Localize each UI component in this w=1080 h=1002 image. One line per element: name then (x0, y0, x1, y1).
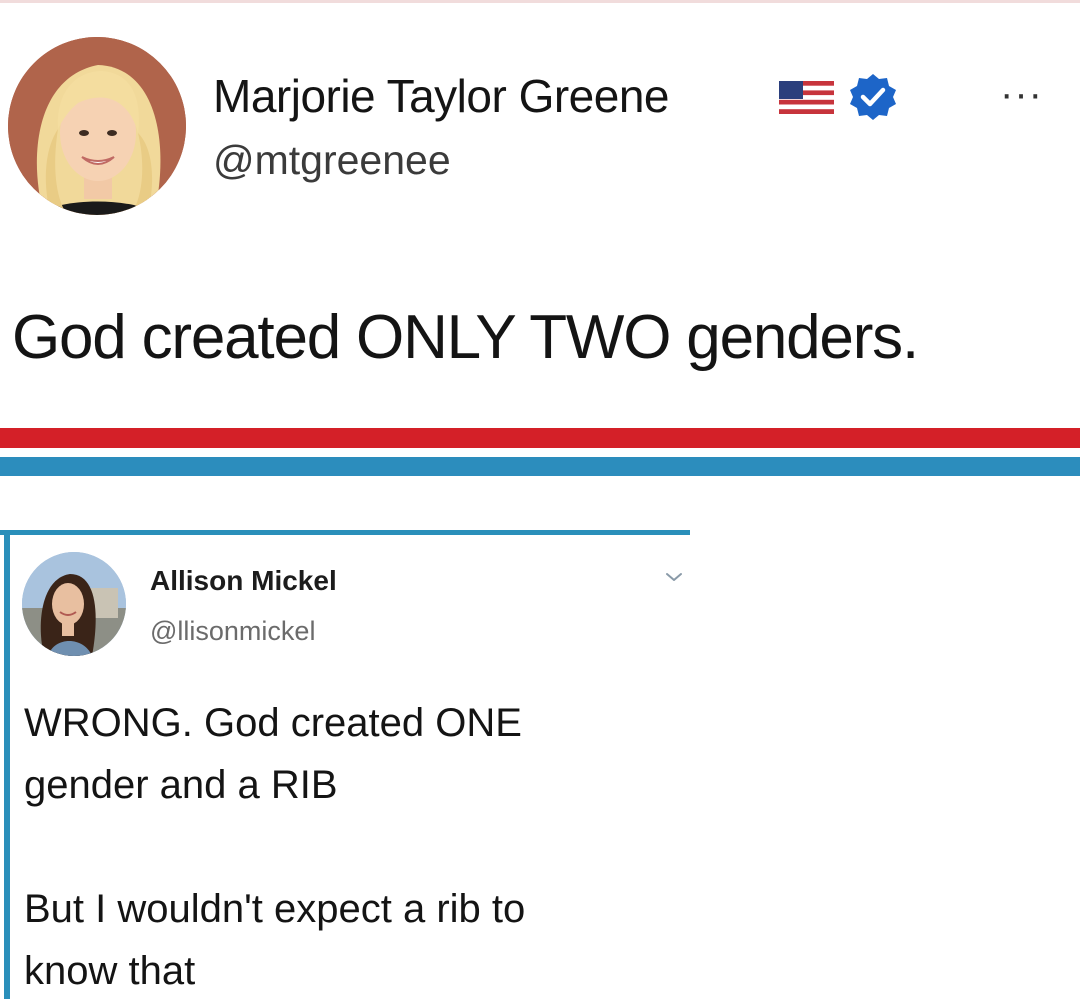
reply-text-line: gender and a RIB (24, 763, 338, 807)
tweet-text: God created ONLY TWO genders. (12, 303, 919, 372)
main-tweet-card: Marjorie Taylor Greene ··· @mtgreenee Go… (0, 0, 1080, 425)
reply-author-avatar[interactable] (22, 552, 126, 656)
reply-author-name[interactable]: Allison Mickel (150, 564, 337, 598)
reply-text: WRONG. God created ONE gender and a RIB … (24, 692, 684, 1002)
reply-card-border-top (0, 530, 690, 535)
author-name[interactable]: Marjorie Taylor Greene (213, 68, 670, 124)
divider-red-stripe (0, 428, 1080, 448)
reply-tweet-card: Allison Mickel @llisonmickel WRONG. God … (0, 522, 1080, 999)
author-handle[interactable]: @mtgreenee (213, 134, 451, 186)
divider-blue-stripe (0, 457, 1080, 476)
author-avatar[interactable] (8, 37, 186, 215)
reply-text-line: know that (24, 949, 196, 993)
verified-badge-icon (850, 74, 896, 120)
reply-author-handle[interactable]: @llisonmickel (150, 614, 315, 648)
chevron-down-icon[interactable] (664, 570, 684, 584)
reply-text-line: WRONG. God created ONE (24, 701, 522, 745)
reply-card-border-left (4, 530, 10, 999)
more-options-icon[interactable]: ··· (1000, 74, 1043, 114)
author-avatar-image (8, 37, 186, 215)
reply-avatar-image (22, 552, 126, 656)
reply-text-line: But I wouldn't expect a rib to (24, 887, 526, 931)
us-flag-icon (779, 81, 834, 114)
